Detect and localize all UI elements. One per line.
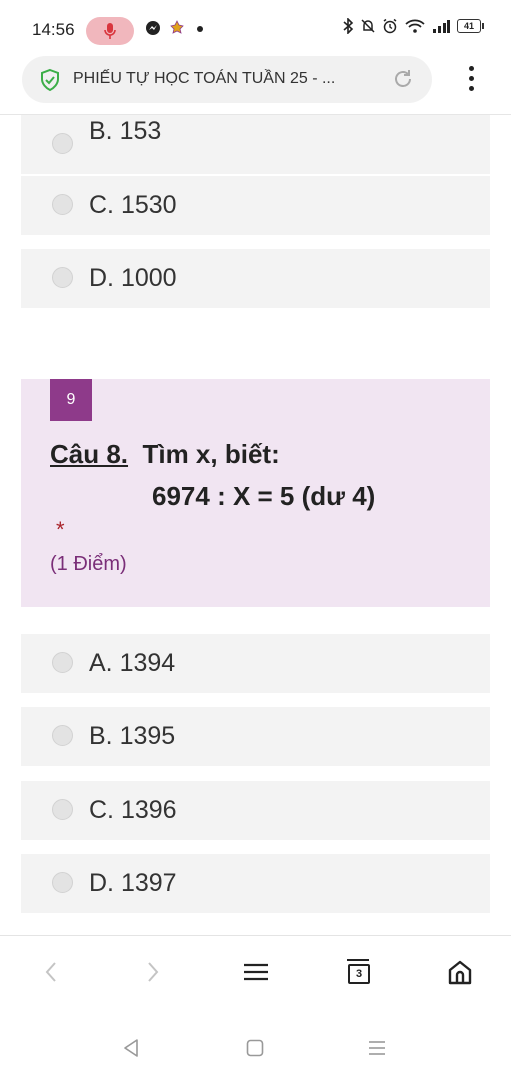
tabs-button[interactable]: 3 xyxy=(346,958,370,986)
reload-icon[interactable] xyxy=(392,68,414,90)
browser-toolbar: 3 xyxy=(0,935,511,1011)
question-expression: 6974 : X = 5 (dư 4) xyxy=(152,481,376,511)
photos-icon xyxy=(170,20,184,34)
notification-dot-icon xyxy=(197,26,203,32)
radio-button[interactable] xyxy=(52,267,73,288)
messenger-icon xyxy=(146,21,160,35)
page-title: PHIẾU TỰ HỌC TOÁN TUẦN 25 - ... xyxy=(73,70,336,87)
back-icon[interactable] xyxy=(42,960,60,984)
status-bar: 14:56 41 xyxy=(0,0,511,52)
option-label: C. 1396 xyxy=(89,796,177,824)
bluetooth-icon xyxy=(343,18,354,34)
address-bar[interactable]: PHIẾU TỰ HỌC TOÁN TUẦN 25 - ... xyxy=(22,56,432,103)
question-title: Câu 8. Tìm x, biết: xyxy=(50,439,280,470)
clock: 14:56 xyxy=(32,20,75,39)
wifi-icon xyxy=(405,19,425,33)
mute-bell-icon xyxy=(361,19,375,33)
system-back-icon[interactable] xyxy=(122,1038,140,1058)
question-label: Câu 8. xyxy=(50,439,129,469)
forward-icon[interactable] xyxy=(144,960,162,984)
secure-shield-icon xyxy=(41,68,59,92)
microphone-icon xyxy=(104,23,116,39)
option-label: D. 1000 xyxy=(89,264,177,292)
system-home-icon[interactable] xyxy=(246,1039,264,1057)
option-label: D. 1397 xyxy=(89,869,177,897)
system-recents-icon[interactable] xyxy=(368,1040,386,1056)
radio-button[interactable] xyxy=(52,725,73,746)
signal-icon xyxy=(433,20,450,33)
option-label: B. 1395 xyxy=(89,722,176,750)
radio-button[interactable] xyxy=(52,872,73,893)
radio-button[interactable] xyxy=(52,194,73,215)
option-row[interactable]: C. 1396 xyxy=(21,781,490,840)
more-options-icon[interactable] xyxy=(466,66,476,94)
radio-button[interactable] xyxy=(52,799,73,820)
microphone-active-indicator xyxy=(86,17,134,45)
radio-button[interactable] xyxy=(52,133,73,154)
alarm-icon xyxy=(383,18,397,34)
form-content: B. 153 C. 1530 D. 1000 9 Câu 8. Tìm x, b… xyxy=(0,115,511,935)
option-row[interactable]: B. 1395 xyxy=(21,707,490,766)
option-row[interactable]: B. 153 xyxy=(21,115,490,174)
status-icons: 41 xyxy=(342,18,484,34)
menu-icon[interactable] xyxy=(243,960,269,984)
battery-indicator: 41 xyxy=(457,19,484,33)
option-row[interactable]: C. 1530 xyxy=(21,176,490,235)
option-label: B. 153 xyxy=(89,117,162,145)
option-row[interactable]: D. 1397 xyxy=(21,854,490,913)
required-mark: * xyxy=(56,517,65,542)
system-navigation-bar xyxy=(0,1010,511,1080)
question-points: (1 Điểm) xyxy=(50,553,127,575)
option-row[interactable]: A. 1394 xyxy=(21,634,490,693)
question-card: 9 Câu 8. Tìm x, biết: 6974 : X = 5 (dư 4… xyxy=(21,379,490,607)
option-label: A. 1394 xyxy=(89,649,176,677)
radio-button[interactable] xyxy=(52,652,73,673)
option-row[interactable]: D. 1000 xyxy=(21,249,490,308)
home-icon[interactable] xyxy=(446,958,474,986)
option-label: C. 1530 xyxy=(89,191,177,219)
tab-count: 3 xyxy=(348,964,370,984)
question-prompt: Tìm x, biết: xyxy=(142,439,280,469)
question-number-badge: 9 xyxy=(50,379,92,421)
